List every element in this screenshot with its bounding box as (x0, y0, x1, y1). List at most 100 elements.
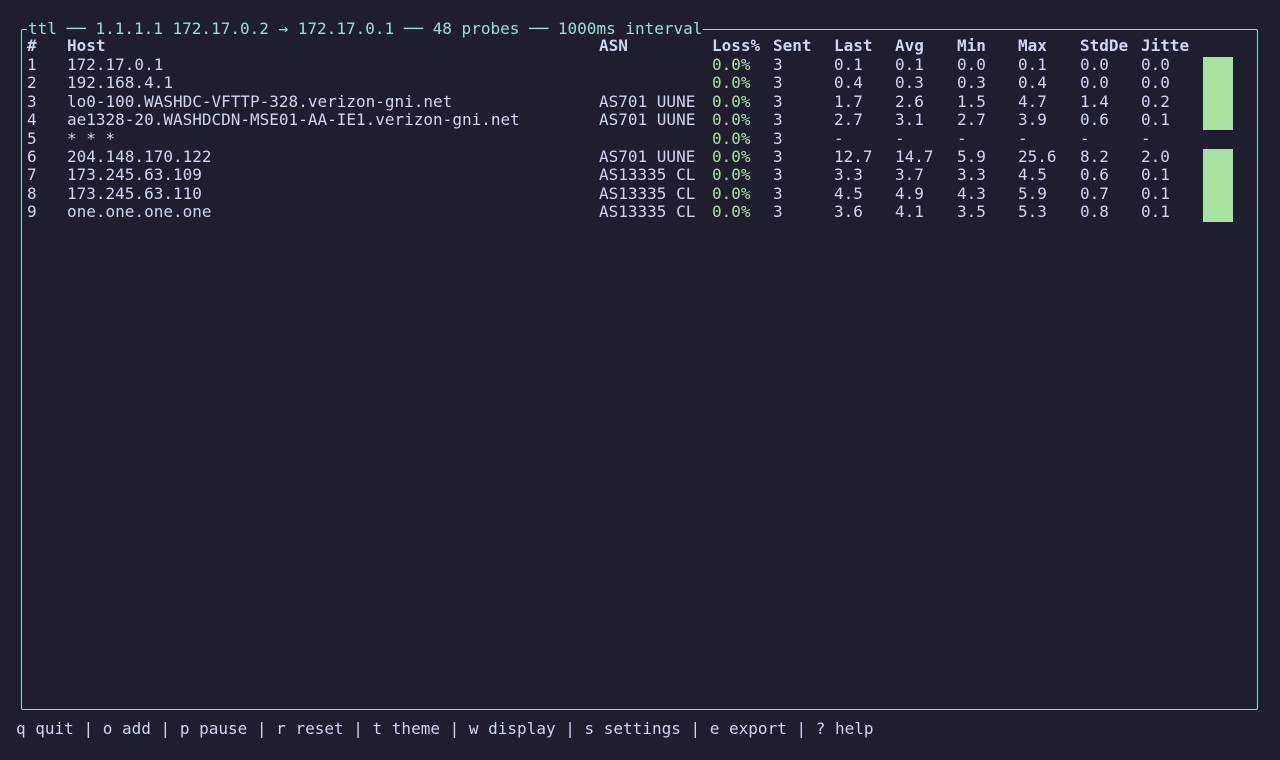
hop-jitter: 0.2 (1141, 91, 1170, 111)
hop-max: 0.4 (1018, 73, 1047, 93)
hop-sent: 3 (773, 165, 783, 185)
hop-asn: AS13335 CL (599, 165, 696, 185)
col-min[interactable]: Min (957, 36, 986, 55)
hop-min: 2.7 (957, 110, 986, 130)
hop-sent: 3 (773, 55, 783, 74)
hop-last: 4.5 (834, 183, 863, 203)
help-key[interactable]: ? help (816, 719, 874, 738)
col-last[interactable]: Last (834, 36, 873, 55)
hop-max: - (1018, 128, 1028, 148)
hop-last: 1.7 (834, 91, 863, 111)
hop-min: 0.0 (957, 55, 986, 74)
hop-jitter: 0.0 (1141, 73, 1170, 93)
reset-key[interactable]: r reset (276, 719, 343, 738)
hop-host: 172.17.0.1 (67, 55, 164, 74)
hop-max: 0.1 (1018, 55, 1047, 74)
hop-loss: 0.0% (712, 73, 751, 93)
col-asn[interactable]: ASN (599, 36, 628, 55)
hop-jitter: 0.1 (1141, 202, 1170, 222)
hop-avg: 3.1 (895, 110, 924, 130)
hop-jitter: 2.0 (1141, 147, 1170, 166)
hop-avg: 4.9 (895, 183, 924, 203)
table-row[interactable]: 1 172.17.0.1 0.0% 3 0.1 0.1 0.0 0.1 0.0 … (0, 55, 1280, 74)
hop-num: 6 (27, 147, 37, 166)
display-key[interactable]: w display (469, 719, 556, 738)
hop-avg: 0.3 (895, 73, 924, 93)
hop-last: 3.6 (834, 202, 863, 222)
hop-loss: 0.0% (712, 110, 751, 130)
hop-loss: 0.0% (712, 165, 751, 185)
hop-avg: - (895, 128, 905, 148)
hop-loss: 0.0% (712, 55, 751, 74)
table-row[interactable]: 3 lo0-100.WASHDC-VFTTP-328.verizon-gni.n… (0, 91, 1280, 111)
hop-asn: AS701 UUNE (599, 91, 696, 111)
hop-last: - (834, 128, 844, 148)
pause-key[interactable]: p pause (180, 719, 247, 738)
hop-stddev: 0.8 (1080, 202, 1109, 222)
hop-last: 3.3 (834, 165, 863, 185)
divider: | (160, 719, 171, 738)
table-row[interactable]: 4 ae1328-20.WASHDCDN-MSE01-AA-IE1.verizo… (0, 110, 1280, 130)
table-row[interactable]: 7 173.245.63.109 AS13335 CL 0.0% 3 3.3 3… (0, 165, 1280, 185)
hop-last: 0.4 (834, 73, 863, 93)
divider: | (449, 719, 460, 738)
divider: | (353, 719, 363, 738)
hop-loss: 0.0% (712, 183, 751, 203)
hop-avg: 2.6 (895, 91, 924, 111)
hop-jitter: 0.1 (1141, 183, 1170, 203)
hop-sent: 3 (773, 91, 783, 111)
divider: | (565, 719, 575, 738)
col-stddev[interactable]: StdDe (1080, 36, 1128, 55)
hop-max: 5.9 (1018, 183, 1047, 203)
hop-max: 4.5 (1018, 165, 1047, 185)
table-row[interactable]: 9 one.one.one.one AS13335 CL 0.0% 3 3.6 … (0, 202, 1280, 222)
hop-host: one.one.one.one (67, 202, 212, 222)
table-row[interactable]: 5 * * * 0.0% 3 - - - - - - (0, 128, 1280, 148)
col-max[interactable]: Max (1018, 36, 1047, 55)
hop-asn: AS701 UUNE (599, 110, 696, 130)
quit-key[interactable]: q quit (16, 719, 74, 738)
hop-host: * * * (67, 128, 116, 148)
hop-loss: 0.0% (712, 128, 751, 148)
hop-sent: 3 (773, 73, 783, 93)
add-key[interactable]: o add (103, 719, 151, 738)
hop-host: 173.245.63.109 (67, 165, 202, 185)
table-header: # Host ASN Loss% Sent Last Avg Min Max S… (0, 36, 1280, 55)
settings-key[interactable]: s settings (585, 719, 681, 738)
title-sep-2: ── (403, 19, 424, 38)
col-loss[interactable]: Loss% (712, 36, 760, 55)
hop-avg: 0.1 (895, 55, 924, 74)
table-row[interactable]: 6 204.148.170.122 AS701 UUNE 0.0% 3 12.7… (0, 147, 1280, 166)
hop-sent: 3 (773, 183, 783, 203)
title-gateway: 172.17.0.1 (297, 19, 395, 38)
col-num[interactable]: # (27, 36, 37, 55)
title-arrow: → (278, 19, 289, 38)
table-row[interactable]: 8 173.245.63.110 AS13335 CL 0.0% 3 4.5 4… (0, 183, 1280, 203)
title-sep-3: ── (529, 19, 549, 38)
hop-stddev: 0.0 (1080, 73, 1109, 93)
hop-sent: 3 (773, 128, 783, 148)
col-jitter[interactable]: Jitte (1141, 36, 1189, 55)
hop-num: 2 (27, 73, 37, 93)
hop-min: 4.3 (957, 183, 986, 203)
hop-host: lo0-100.WASHDC-VFTTP-328.verizon-gni.net (67, 91, 453, 111)
hop-sent: 3 (773, 147, 783, 166)
hop-min: 3.5 (957, 202, 986, 222)
hop-host: 192.168.4.1 (67, 73, 173, 93)
col-sent[interactable]: Sent (773, 36, 812, 55)
keybinding-bar: q quit | o add | p pause | r reset | t t… (16, 718, 874, 740)
title-source: 172.17.0.2 (172, 19, 269, 38)
col-avg[interactable]: Avg (895, 36, 924, 55)
theme-key[interactable]: t theme (373, 719, 440, 738)
col-host[interactable]: Host (67, 36, 106, 55)
divider: | (796, 719, 807, 738)
hop-avg: 14.7 (895, 147, 934, 166)
export-key[interactable]: e export (710, 719, 787, 738)
hop-sent: 3 (773, 110, 783, 130)
latency-sparkline-upper (1203, 57, 1233, 130)
hop-num: 9 (27, 202, 37, 222)
table-row[interactable]: 2 192.168.4.1 0.0% 3 0.4 0.3 0.3 0.4 0.0… (0, 73, 1280, 93)
divider: | (256, 719, 267, 738)
hop-asn: AS13335 CL (599, 183, 696, 203)
hop-last: 12.7 (834, 147, 873, 166)
